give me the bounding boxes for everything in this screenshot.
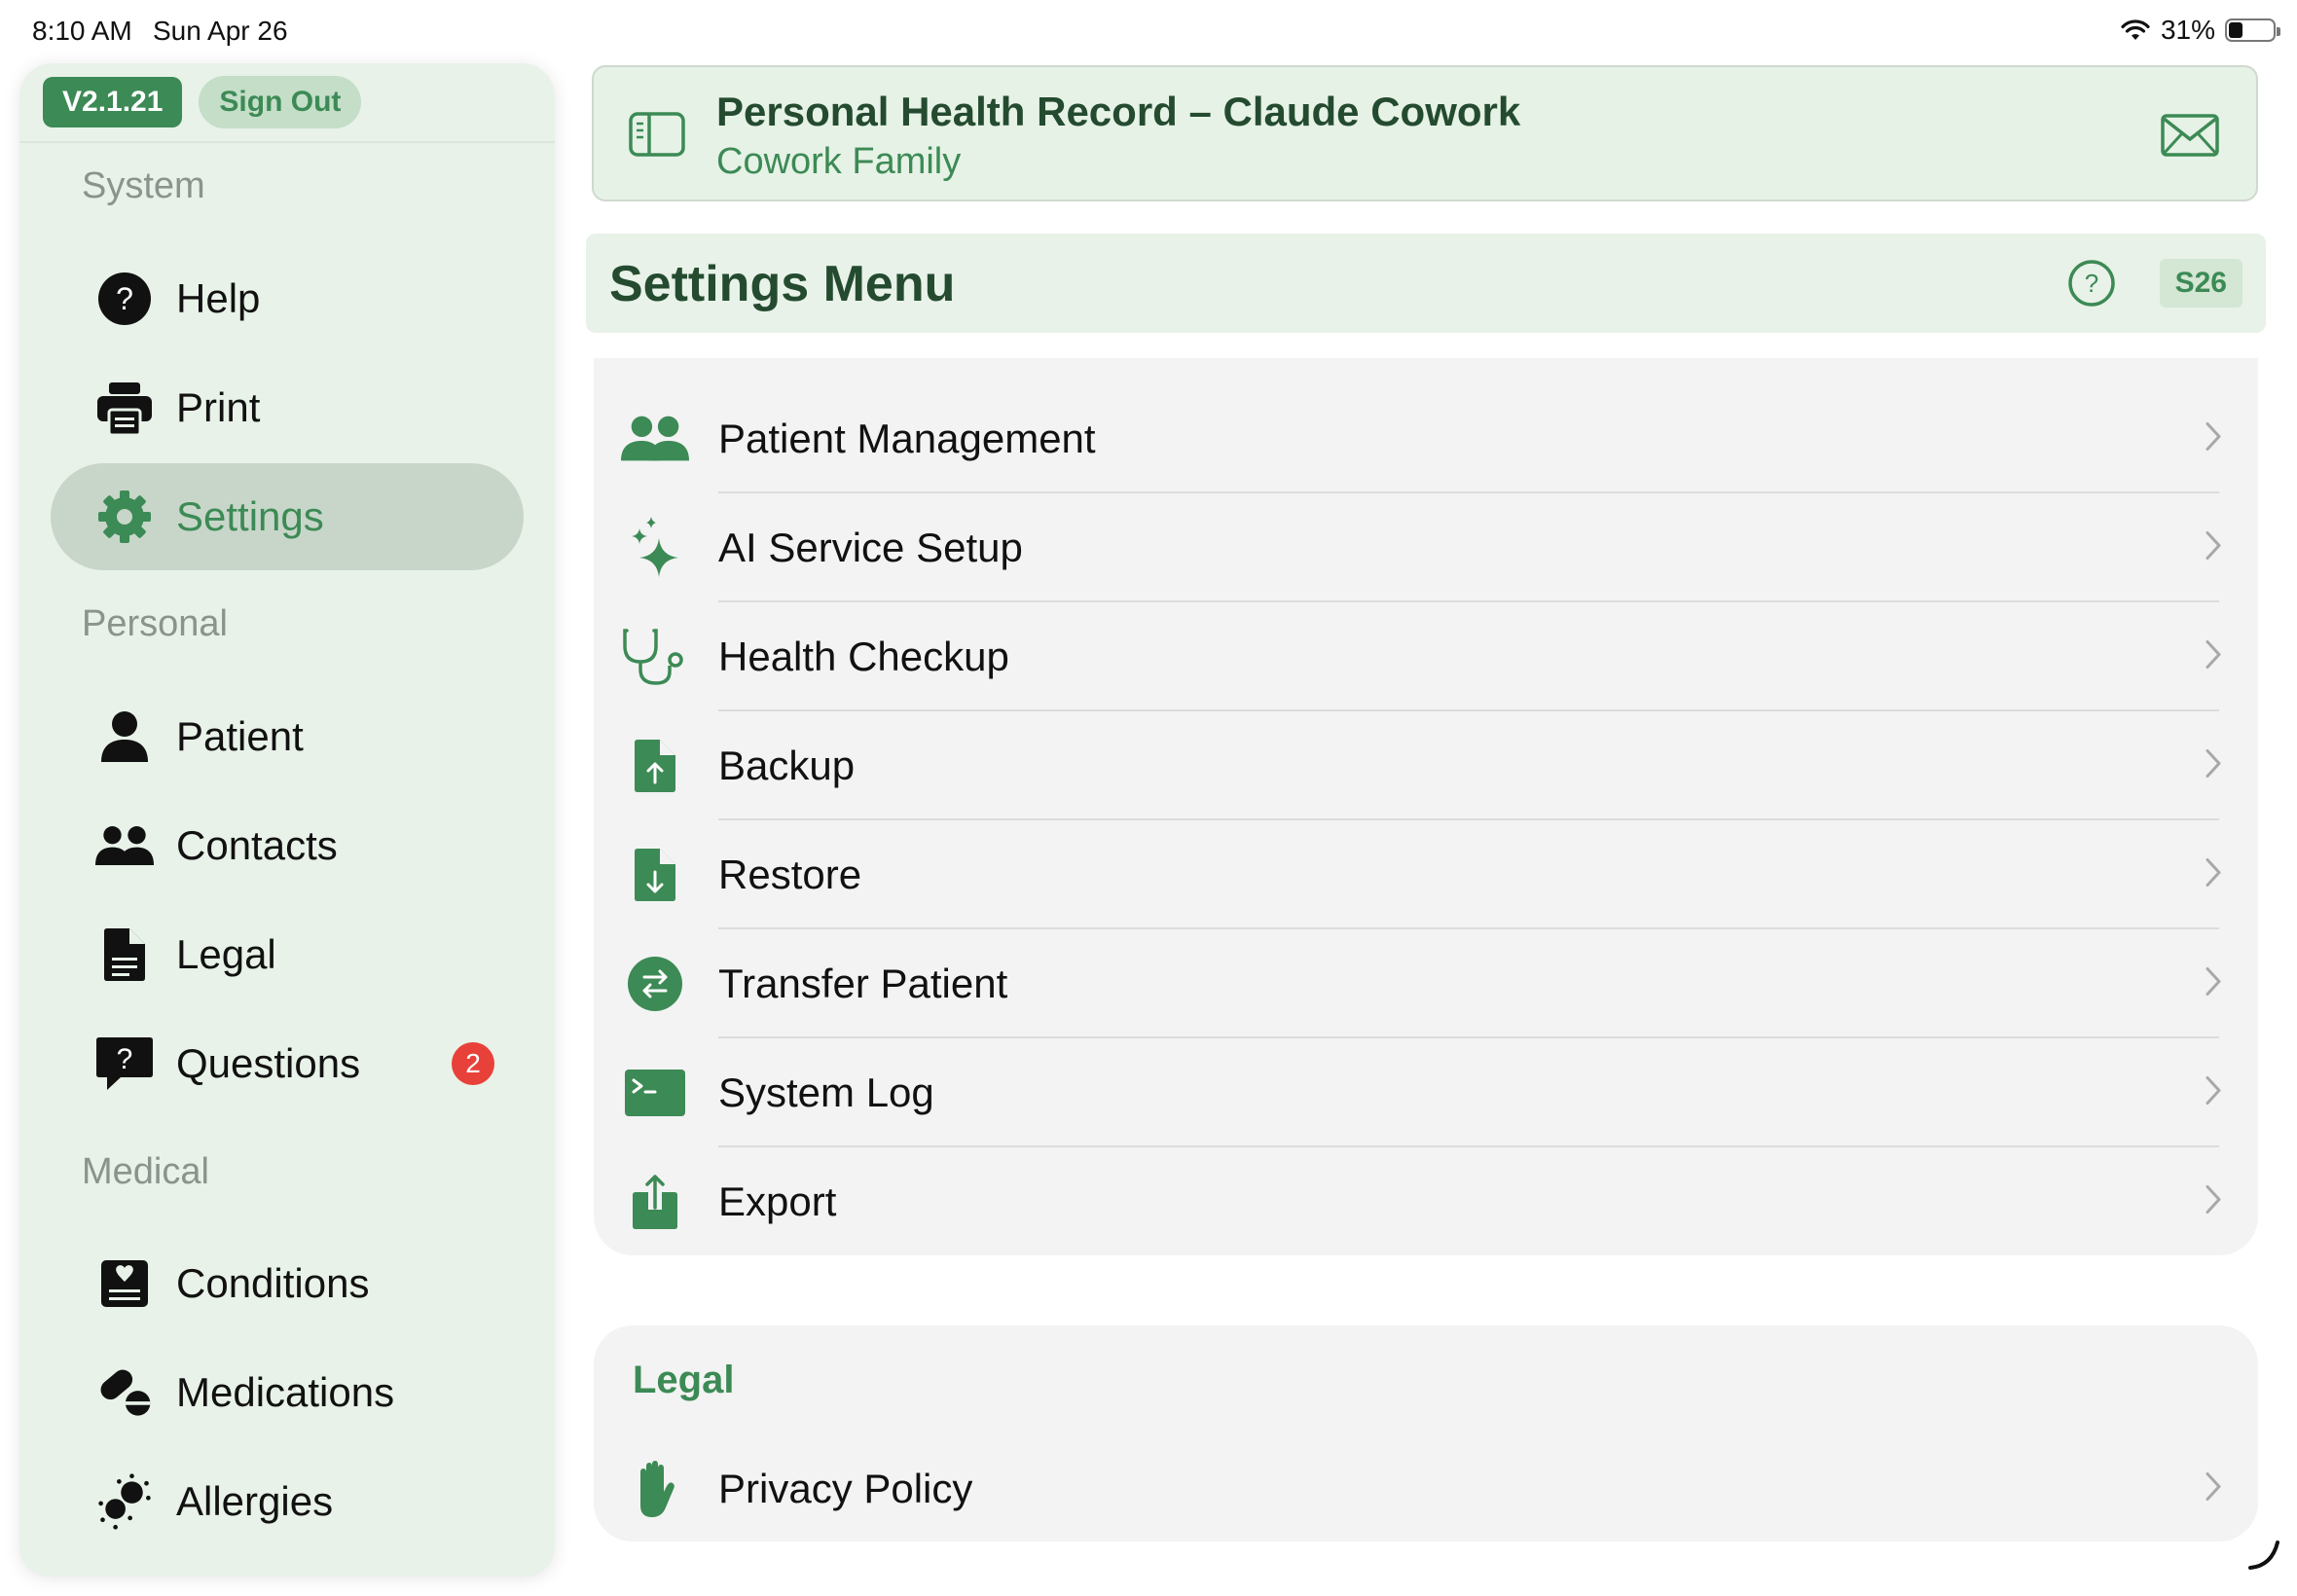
menu-item-label: Export bbox=[718, 1179, 837, 1224]
sidebar-item-contacts[interactable]: Contacts bbox=[51, 792, 524, 899]
sidebar-item-label: Allergies bbox=[176, 1478, 334, 1524]
person-icon bbox=[95, 707, 154, 766]
chevron-right-icon bbox=[2206, 531, 2221, 565]
transfer-icon bbox=[621, 950, 689, 1018]
svg-text:?: ? bbox=[117, 1043, 133, 1075]
chevron-right-icon bbox=[2206, 967, 2221, 1001]
sidebar-top-bar: V2.1.21 Sign Out bbox=[19, 63, 555, 143]
sidebar-item-settings[interactable]: Settings bbox=[51, 463, 524, 570]
sidebar-item-print[interactable]: Print bbox=[51, 354, 524, 461]
question-circle-icon[interactable]: ? bbox=[2067, 259, 2116, 312]
share-icon bbox=[621, 1168, 689, 1236]
section-header-personal: Personal bbox=[82, 603, 228, 644]
page-title: Personal Health Record – Claude Cowork bbox=[716, 89, 1521, 134]
menu-item-label: AI Service Setup bbox=[718, 525, 1023, 570]
svg-text:?: ? bbox=[116, 281, 133, 316]
legal-section-header: Legal bbox=[633, 1359, 735, 1401]
status-right: 31% bbox=[2120, 15, 2280, 46]
sidebar-item-label: Print bbox=[176, 384, 261, 430]
envelope-icon[interactable] bbox=[2161, 114, 2219, 162]
sidebar-item-label: Legal bbox=[176, 931, 276, 977]
printer-icon bbox=[95, 379, 154, 437]
svg-text:?: ? bbox=[2085, 269, 2098, 298]
sidebar-toggle-icon[interactable] bbox=[629, 112, 685, 162]
menu-item-label: System Log bbox=[718, 1070, 934, 1115]
sparkles-icon bbox=[621, 514, 689, 582]
sidebar-item-help[interactable]: ? Help bbox=[51, 245, 524, 352]
menu-item-patient-management[interactable]: Patient Management bbox=[594, 384, 2258, 493]
sidebar-item-patient[interactable]: Patient bbox=[51, 683, 524, 790]
sidebar-item-label: Settings bbox=[176, 493, 324, 539]
menu-item-restore[interactable]: Restore bbox=[594, 820, 2258, 929]
chevron-right-icon bbox=[2206, 1076, 2221, 1110]
settings-menu-header: Settings Menu ? S26 bbox=[586, 234, 2266, 333]
menu-item-label: Restore bbox=[718, 852, 862, 897]
allergen-icon bbox=[95, 1472, 154, 1531]
battery-percent: 31% bbox=[2160, 15, 2215, 45]
sidebar-item-label: Conditions bbox=[176, 1260, 370, 1306]
status-bar: 8:10 AM Sun Apr 26 31% bbox=[0, 0, 2297, 60]
menu-item-system-log[interactable]: System Log bbox=[594, 1038, 2258, 1147]
menu-item-label: Transfer Patient bbox=[718, 961, 1008, 1006]
menu-item-export[interactable]: Export bbox=[594, 1147, 2258, 1256]
sidebar-item-conditions[interactable]: Conditions bbox=[51, 1230, 524, 1337]
status-date: Sun Apr 26 bbox=[153, 16, 288, 46]
question-bubble-icon: ? bbox=[95, 1034, 154, 1093]
chevron-right-icon bbox=[2206, 858, 2221, 892]
sidebar-item-label: Contacts bbox=[176, 822, 338, 868]
heart-chart-icon bbox=[95, 1254, 154, 1313]
chevron-right-icon bbox=[2206, 1185, 2221, 1219]
sidebar-item-label: Medications bbox=[176, 1369, 395, 1415]
legal-list: Legal Privacy Policy bbox=[594, 1325, 2258, 1542]
menu-item-transfer-patient[interactable]: Transfer Patient bbox=[594, 929, 2258, 1038]
version-badge: V2.1.21 bbox=[43, 77, 183, 127]
stethoscope-icon bbox=[621, 623, 689, 691]
sidebar-item-questions[interactable]: ? Questions 2 bbox=[51, 1010, 524, 1117]
sidebar-item-label: Patient bbox=[176, 713, 304, 759]
status-time: 8:10 AM bbox=[32, 16, 132, 46]
people-icon bbox=[95, 816, 154, 875]
question-circle-icon: ? bbox=[95, 270, 154, 328]
questions-count-badge: 2 bbox=[452, 1042, 494, 1085]
sidebar-item-medications[interactable]: Medications bbox=[51, 1339, 524, 1446]
screen-code-badge: S26 bbox=[2159, 259, 2242, 308]
settings-menu-list: Patient Management AI Service Setup Heal… bbox=[594, 358, 2258, 1255]
menu-item-ai-service-setup[interactable]: AI Service Setup bbox=[594, 493, 2258, 602]
record-header: Personal Health Record – Claude Cowork C… bbox=[592, 65, 2258, 201]
settings-title: Settings Menu bbox=[609, 256, 956, 312]
people-icon bbox=[621, 405, 689, 473]
menu-item-label: Privacy Policy bbox=[718, 1466, 973, 1511]
section-header-medical: Medical bbox=[82, 1151, 209, 1192]
sidebar: V2.1.21 Sign Out System ? Help Print Set… bbox=[19, 63, 555, 1577]
sidebar-item-allergies[interactable]: Allergies bbox=[51, 1448, 524, 1555]
terminal-icon bbox=[621, 1059, 689, 1127]
chevron-right-icon bbox=[2206, 640, 2221, 674]
menu-item-privacy-policy[interactable]: Privacy Policy bbox=[594, 1434, 2258, 1543]
menu-item-health-checkup[interactable]: Health Checkup bbox=[594, 602, 2258, 711]
section-header-system: System bbox=[82, 165, 205, 206]
document-download-icon bbox=[621, 841, 689, 909]
menu-item-label: Patient Management bbox=[718, 416, 1096, 461]
family-subtitle: Cowork Family bbox=[716, 141, 962, 182]
pills-icon bbox=[95, 1363, 154, 1422]
sign-out-button[interactable]: Sign Out bbox=[199, 76, 362, 128]
menu-item-label: Health Checkup bbox=[718, 634, 1009, 679]
document-upload-icon bbox=[621, 732, 689, 800]
sidebar-item-legal[interactable]: Legal bbox=[51, 901, 524, 1008]
chevron-right-icon bbox=[2206, 422, 2221, 456]
battery-icon bbox=[2225, 18, 2280, 42]
chevron-right-icon bbox=[2206, 1472, 2221, 1506]
menu-item-label: Backup bbox=[718, 743, 856, 788]
gear-icon bbox=[95, 488, 154, 546]
wifi-icon bbox=[2121, 19, 2150, 40]
document-icon bbox=[95, 925, 154, 984]
sidebar-item-label: Help bbox=[176, 275, 261, 321]
chevron-right-icon bbox=[2206, 749, 2221, 783]
hand-icon bbox=[621, 1455, 689, 1523]
menu-item-backup[interactable]: Backup bbox=[594, 711, 2258, 820]
resize-handle-icon[interactable] bbox=[2246, 1537, 2281, 1577]
sidebar-item-label: Questions bbox=[176, 1040, 361, 1086]
